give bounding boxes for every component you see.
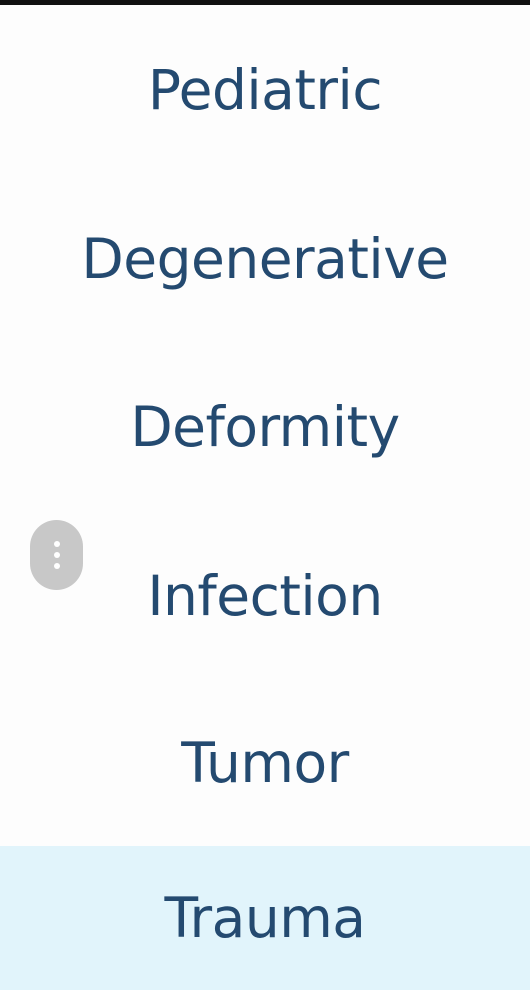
menu-item-label: Pediatric [147,57,383,122]
menu-item-label: Tumor [181,731,349,795]
menu-item-pediatric[interactable]: Pediatric [0,5,530,175]
overflow-menu-button[interactable] [30,520,83,590]
menu-item-deformity[interactable]: Deformity [0,343,530,511]
more-vertical-icon [53,541,60,569]
category-menu: Pediatric Degenerative Deformity Infecti… [0,5,530,990]
menu-item-tumor[interactable]: Tumor [0,681,530,846]
menu-item-degenerative[interactable]: Degenerative [0,175,530,343]
menu-item-label: Trauma [164,885,366,950]
menu-item-label: Deformity [130,394,400,459]
menu-item-trauma[interactable]: Trauma [0,846,530,990]
menu-item-label: Degenerative [81,226,449,291]
menu-item-label: Infection [147,563,383,628]
